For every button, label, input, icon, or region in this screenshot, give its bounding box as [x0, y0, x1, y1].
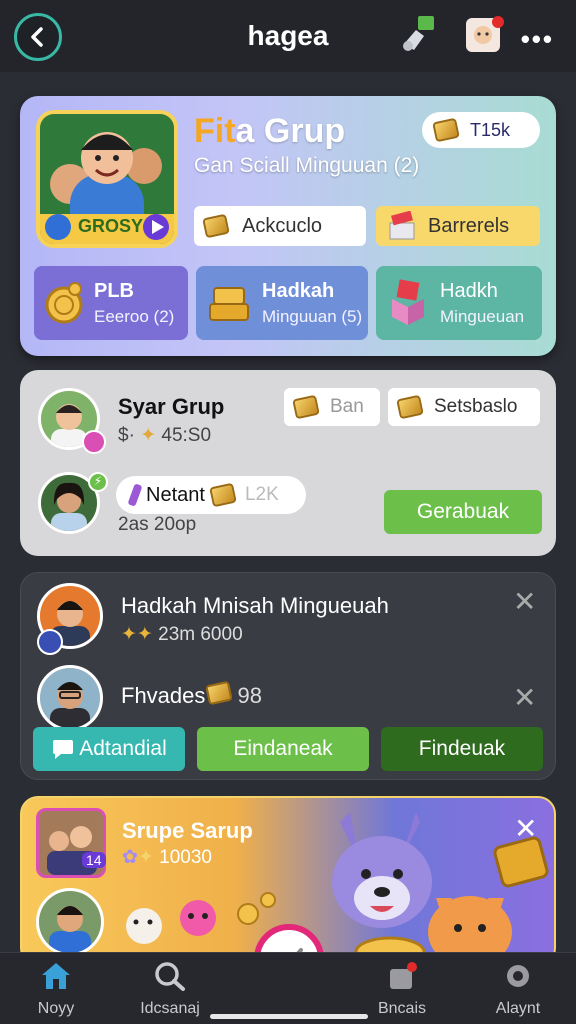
close-icon[interactable]: ✕ — [513, 585, 536, 618]
member-meta: ✦✦ 23m 6000 — [121, 624, 243, 645]
status-badge — [82, 430, 106, 454]
group-name: Syar Grup — [118, 394, 225, 419]
home-icon — [42, 963, 70, 989]
gold-bars-icon — [209, 287, 249, 321]
home-indicator — [210, 1014, 368, 1019]
game-controller-icon[interactable] — [398, 14, 438, 54]
search-icon — [155, 962, 185, 991]
wolf-fox-illustration — [332, 812, 549, 964]
group-subtitle: Gan Sciall Minguuan (2) — [194, 154, 420, 177]
featured-group-card[interactable]: GROSY Fita Grup Gan Sciall Minguuan (2) … — [20, 96, 556, 356]
online-icon: ⚡ — [88, 472, 108, 492]
coin-icon — [396, 394, 424, 420]
group-meta: $· ✦ 45:S0 — [118, 425, 212, 446]
coin-icon — [209, 482, 237, 508]
group-avatar[interactable]: GROSY — [36, 110, 178, 248]
group-title: Fita Grup — [194, 112, 346, 150]
gear-icon — [507, 965, 529, 987]
setsbaslo-button[interactable]: Setsbaslo — [388, 388, 540, 426]
promo-badge: 14 — [82, 852, 106, 868]
member-name: Fhvades 98 — [121, 680, 262, 709]
avatar-label: GROSY — [78, 216, 144, 236]
gift-box-icon — [389, 211, 415, 240]
findeuak-button[interactable]: Findeuak — [381, 727, 543, 771]
coin-icon — [45, 282, 83, 324]
nav-settings[interactable]: Alaynt — [468, 961, 568, 1018]
more-options-icon[interactable]: ••• — [521, 24, 554, 55]
coin-icon — [202, 213, 230, 239]
adtandial-button[interactable]: Adtandial — [33, 727, 185, 771]
badge-icon — [37, 629, 63, 655]
nav-inbox[interactable]: Bncais — [352, 961, 452, 1018]
coin-icon — [432, 117, 460, 143]
pencil-icon — [128, 484, 142, 506]
inbox-icon — [390, 962, 417, 989]
coin-icon — [292, 394, 320, 420]
barrerels-button[interactable]: Barrerels — [376, 206, 540, 246]
group-meta: ✿✦ 10030 — [122, 847, 212, 868]
top-bar: hagea ••• — [0, 0, 576, 72]
tile-hadkh[interactable]: Hadkh Mingueuan — [376, 266, 542, 340]
members-list-card: Hadkah Mnisah Mingueuah ✦✦ 23m 6000 ✕ Fh… — [20, 572, 556, 780]
avatar[interactable] — [37, 665, 103, 731]
member-name: Hadkah Mnisah Mingueuah — [121, 593, 389, 618]
syar-group-card[interactable]: Syar Grup $· ✦ 45:S0 Ban Setsbaslo ⚡ Net… — [20, 370, 556, 556]
close-icon[interactable]: ✕ — [513, 681, 536, 714]
eindaneak-button[interactable]: Eindaneak — [197, 727, 369, 771]
member-pill[interactable]: Netant L2K — [116, 476, 306, 514]
nav-search[interactable]: Idcsanaj — [120, 961, 220, 1018]
tile-plb[interactable]: PLB Eeeroo (2) — [34, 266, 188, 340]
avatar[interactable] — [36, 888, 104, 956]
profile-notification-icon[interactable] — [464, 14, 504, 54]
coin-icon — [205, 680, 234, 706]
coin-balance-pill[interactable]: T15k — [422, 112, 540, 148]
chat-icon — [53, 740, 74, 759]
tile-hadkah[interactable]: Hadkah Minguuan (5) — [196, 266, 368, 340]
member-meta: 2as 20op — [118, 514, 197, 535]
nav-home[interactable]: Noyy — [6, 961, 106, 1018]
gerabuak-button[interactable]: Gerabuak — [384, 490, 542, 534]
gift-box-icon — [392, 279, 424, 325]
group-name: Srupe Sarup — [122, 818, 253, 843]
ban-button[interactable]: Ban — [284, 388, 380, 426]
ackcuclo-button[interactable]: Ackcuclo — [194, 206, 366, 246]
